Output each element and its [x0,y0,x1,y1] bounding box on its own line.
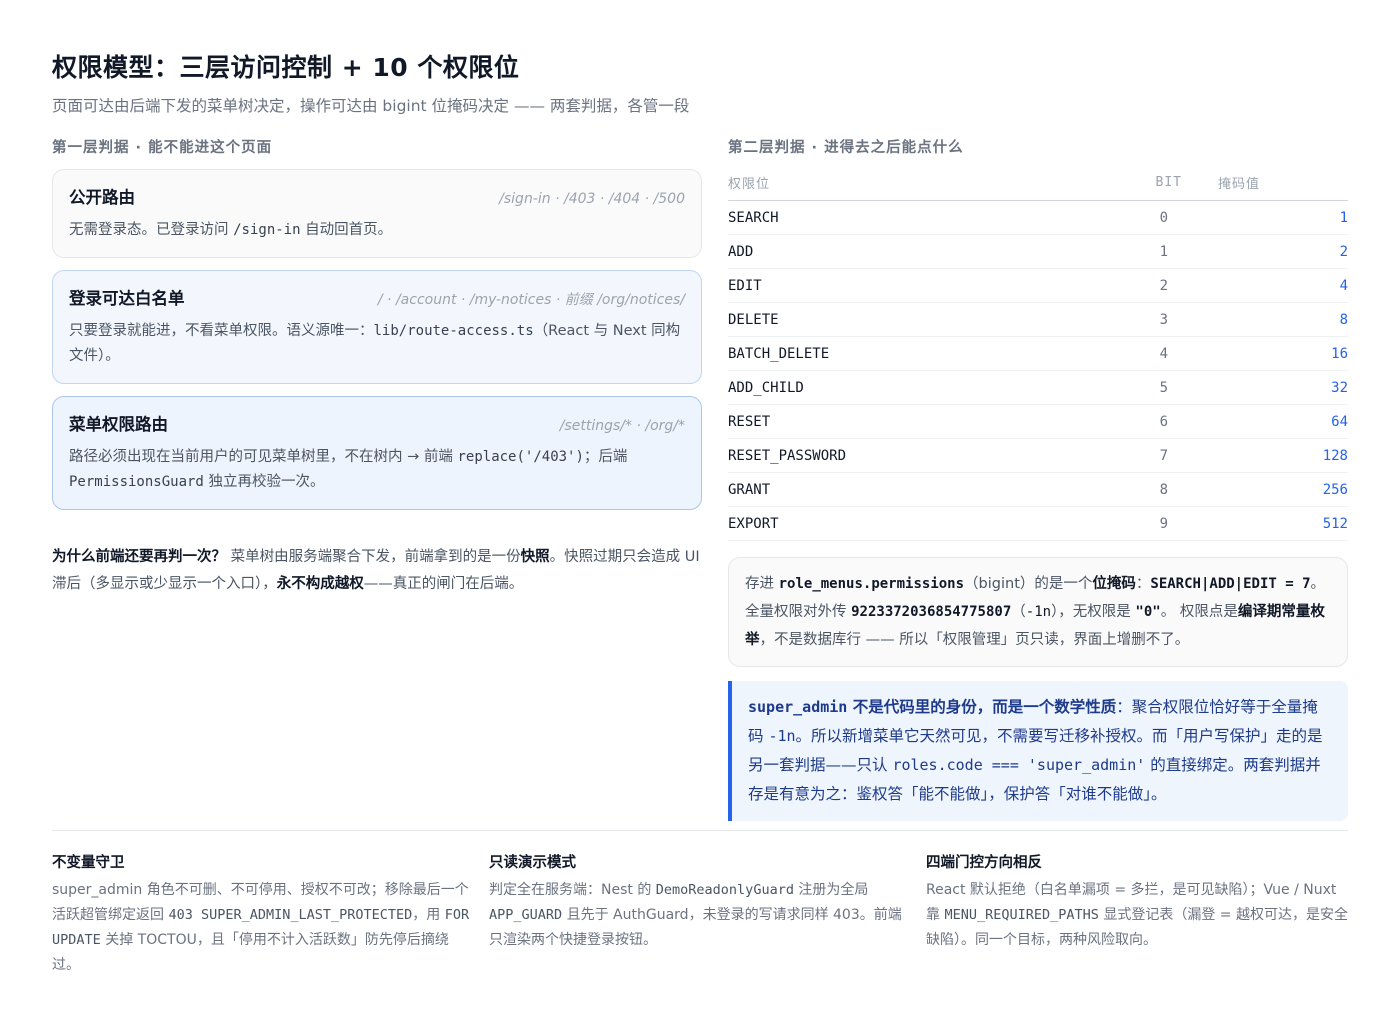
perm-mask-cell: 64 [1218,404,1348,439]
footer-invariant-guard: 不变量守卫 super_admin 角色不可删、不可停用、授权不可改；移除最后一… [52,851,474,978]
footer-text: React 默认拒绝（白名单漏项 = 多拦，是可见缺陷）；Vue / Nuxt … [926,882,1348,948]
table-row: EDIT 2 4 [728,268,1348,303]
table-row: GRANT 8 256 [728,472,1348,507]
card-title: 公开路由 [69,188,135,207]
perm-bit-cell: 0 [1078,200,1218,235]
perm-mask-cell: 1 [1218,200,1348,235]
perm-name-cell: RESET [728,404,1078,439]
perm-bit-cell: 9 [1078,506,1218,541]
super-admin-callout: super_admin 不是代码里的身份，而是一个数学性质：聚合权限位恰好等于全… [728,681,1348,821]
perm-name-cell: ADD [728,234,1078,269]
table-row: DELETE 3 8 [728,302,1348,337]
card-login-whitelist: 登录可达白名单 / · /account · /my-notices · 前缀 … [52,270,702,384]
footer-text: super_admin 角色不可删、不可停用、授权不可改；移除最后一个活跃超管绑… [52,882,470,973]
table-row: RESET_PASSWORD 7 128 [728,438,1348,473]
card-title: 登录可达白名单 [69,289,185,308]
perm-mask-cell: 512 [1218,506,1348,541]
card-body: 无需登录态。已登录访问 /sign-in 自动回首页。 [69,222,393,238]
perm-name-cell: RESET_PASSWORD [728,438,1078,473]
card-body: 路径必须出现在当前用户的可见菜单树里，不在树内 → 前端 replace('/4… [69,449,628,490]
main-columns: 第一层判据 · 能不能进这个页面 公开路由 /sign-in · /403 · … [52,136,1348,821]
card-public-routes: 公开路由 /sign-in · /403 · /404 · /500 无需登录态… [52,169,702,258]
table-header-row: 权限位 BIT 掩码值 [728,167,1348,201]
column-header-mask: 掩码值 [1218,167,1348,201]
perm-mask-cell: 256 [1218,472,1348,507]
card-menu-permission-routes: 菜单权限路由 /settings/* · /org/* 路径必须出现在当前用户的… [52,396,702,510]
perm-mask-cell: 4 [1218,268,1348,303]
perm-name-cell: GRANT [728,472,1078,507]
layer-one-column: 第一层判据 · 能不能进这个页面 公开路由 /sign-in · /403 · … [52,136,702,598]
page: 权限模型：三层访问控制 + 10 个权限位 页面可达由后端下发的菜单树决定，操作… [52,48,1348,821]
column-header-bit: BIT [1078,167,1218,201]
perm-bit-cell: 1 [1078,234,1218,269]
section-label-layer-two: 第二层判据 · 进得去之后能点什么 [728,140,964,156]
table-row: BATCH_DELETE 4 16 [728,336,1348,371]
perm-bit-cell: 2 [1078,268,1218,303]
table-row: ADD_CHILD 5 32 [728,370,1348,405]
perm-name-cell: ADD_CHILD [728,370,1078,405]
footer-notes: 不变量守卫 super_admin 角色不可删、不可停用、授权不可改；移除最后一… [52,830,1348,973]
card-body: 只要登录就能进，不看菜单权限。语义源唯一：lib/route-access.ts… [69,323,681,364]
perm-bit-cell: 3 [1078,302,1218,337]
perm-mask-cell: 128 [1218,438,1348,473]
perm-bit-cell: 8 [1078,472,1218,507]
table-row: EXPORT 9 512 [728,506,1348,541]
perm-bit-cell: 7 [1078,438,1218,473]
why-frontend-check: 为什么前端还要再判一次？ 菜单树由服务端聚合下发，前端拿到的是一份快照。快照过期… [52,549,700,592]
table-row: ADD 1 2 [728,234,1348,269]
perm-bit-cell: 4 [1078,336,1218,371]
table-row: RESET 6 64 [728,404,1348,439]
footer-title: 不变量守卫 [52,855,125,871]
perm-name-cell: EDIT [728,268,1078,303]
perm-mask-cell: 8 [1218,302,1348,337]
page-title: 权限模型：三层访问控制 + 10 个权限位 [52,53,520,82]
footer-readonly-demo: 只读演示模式 判定全在服务端：Nest 的 DemoReadonlyGuard … [489,851,911,953]
perm-name-cell: BATCH_DELETE [728,336,1078,371]
perm-mask-cell: 32 [1218,370,1348,405]
perm-name-cell: DELETE [728,302,1078,337]
permission-bit-table: 权限位 BIT 掩码值 SEARCH 0 1 ADD 1 2 EDIT 2 4 DELETE 3 8 B… [728,167,1348,541]
footer-title: 四端门控方向相反 [926,855,1042,871]
card-path: / · /account · /my-notices · 前缀 /org/not… [377,292,685,308]
perm-bit-cell: 6 [1078,404,1218,439]
perm-bit-cell: 5 [1078,370,1218,405]
card-path: /sign-in · /403 · /404 · /500 [499,191,685,207]
section-label-layer-one: 第一层判据 · 能不能进这个页面 [52,140,273,156]
perm-mask-cell: 2 [1218,234,1348,269]
column-header-name: 权限位 [728,167,1078,201]
layer-two-column: 第二层判据 · 进得去之后能点什么 权限位 BIT 掩码值 SEARCH 0 1 AD… [728,136,1348,821]
card-title: 菜单权限路由 [69,415,168,434]
perm-name-cell: EXPORT [728,506,1078,541]
footer-text: 判定全在服务端：Nest 的 DemoReadonlyGuard 注册为全局 A… [489,882,902,948]
card-path: /settings/* · /org/* [559,418,685,434]
bitmask-note: 存进 role_menus.permissions（bigint）的是一个位掩码… [728,557,1348,667]
footer-gating-direction: 四端门控方向相反 React 默认拒绝（白名单漏项 = 多拦，是可见缺陷）；Vu… [926,851,1348,953]
footer-title: 只读演示模式 [489,855,576,871]
perm-mask-cell: 16 [1218,336,1348,371]
perm-name-cell: SEARCH [728,200,1078,235]
page-subtitle: 页面可达由后端下发的菜单树决定，操作可达由 bigint 位掩码决定 —— 两套… [52,97,690,115]
table-row: SEARCH 0 1 [728,200,1348,235]
